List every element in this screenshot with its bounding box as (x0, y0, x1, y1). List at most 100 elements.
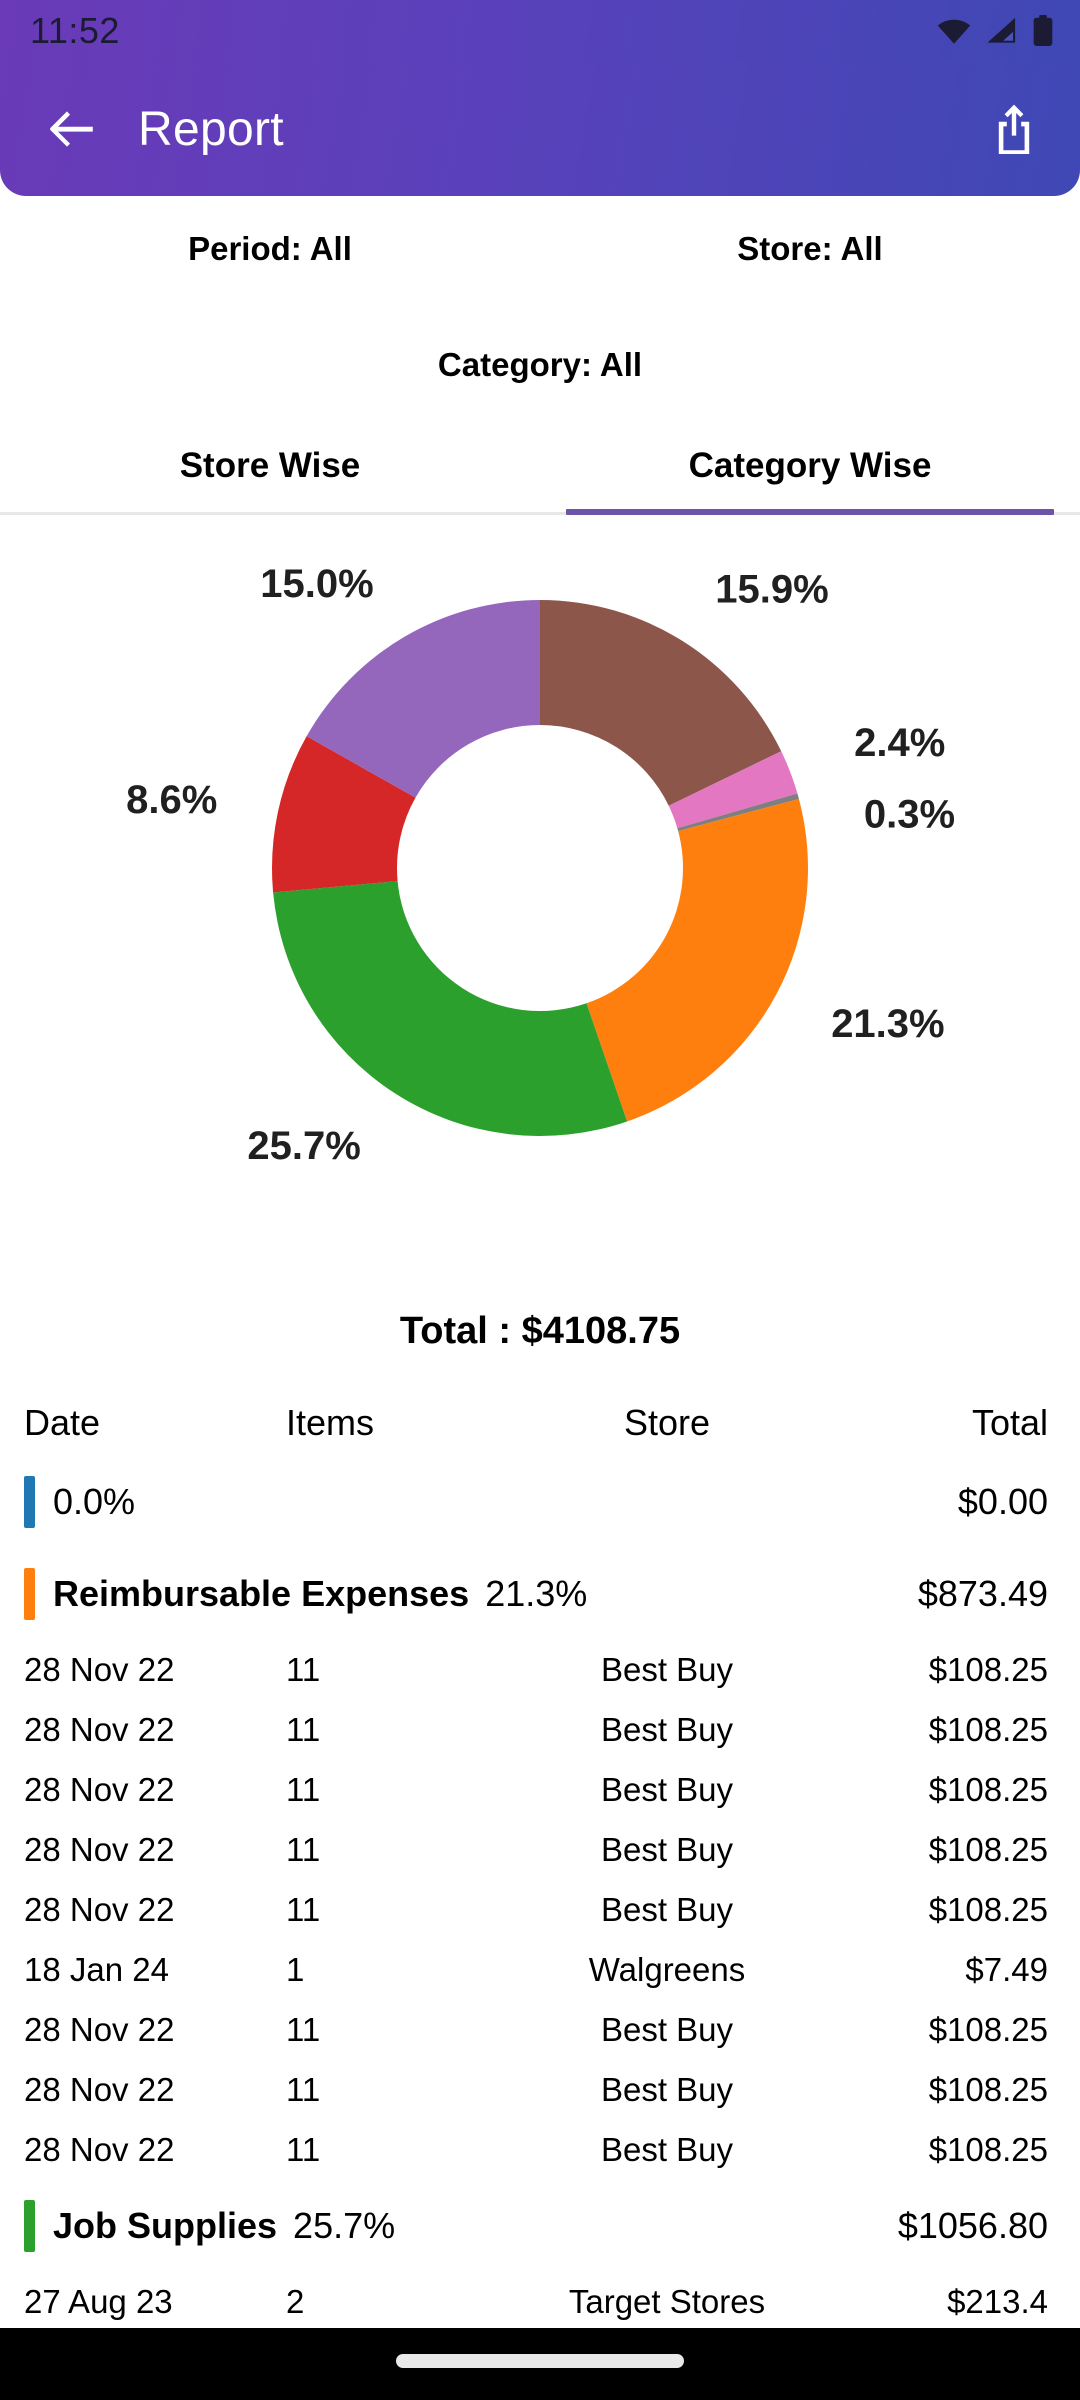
table-row[interactable]: 28 Nov 22 11 Best Buy $108.25 (0, 1760, 1080, 1820)
back-button[interactable] (40, 97, 104, 161)
home-indicator[interactable] (396, 2354, 684, 2368)
category-group-percent: 0.0% (53, 1481, 136, 1522)
arrow-left-icon (50, 111, 93, 147)
receipt-items: 11 (286, 1651, 321, 1688)
receipt-items: 11 (286, 1891, 321, 1928)
receipt-total: $108.25 (928, 1711, 1048, 1748)
table-header-row: Date Items Store Total (0, 1388, 1080, 1456)
receipt-store: Target Stores (568, 2283, 766, 2320)
receipt-date: 28 Nov 22 (24, 1651, 175, 1688)
donut-slice[interactable] (586, 798, 808, 1122)
system-navigation-bar (0, 2328, 1080, 2400)
donut-slice[interactable] (273, 881, 628, 1136)
donut-slice-percent-label: 2.4% (854, 721, 945, 765)
column-header-store: Store (623, 1402, 711, 1443)
table-row[interactable]: 28 Nov 22 11 Best Buy $108.25 (0, 1640, 1080, 1700)
table-row[interactable]: 28 Nov 22 11 Best Buy $108.25 (0, 1880, 1080, 1940)
receipt-date: 28 Nov 22 (24, 2131, 175, 2168)
category-donut-chart: 15.9% 2.4% 0.3% 21.3% 25.7% 8.6% 15.0% (0, 556, 1080, 1236)
category-group-percent: 25.7% (293, 2205, 396, 2246)
receipt-items: 11 (286, 2131, 321, 2168)
receipt-items: 11 (286, 2011, 321, 2048)
receipt-total: $108.25 (928, 1891, 1048, 1928)
receipt-store: Walgreens (588, 1951, 746, 1988)
category-color-swatch (24, 1476, 35, 1528)
status-bar: 11:52 (0, 0, 1080, 62)
filter-store[interactable]: Store: All (540, 230, 1080, 268)
share-icon (998, 104, 1030, 154)
receipt-items: 1 (286, 1951, 305, 1988)
table-body: 0.0% $0.00 Reimbursable Expenses 21.3% $873.… (0, 1456, 1080, 2332)
wifi-icon (937, 19, 971, 44)
app-bar: Report (0, 62, 1080, 196)
status-bar-icons (936, 15, 1054, 47)
column-header-items: Items (286, 1402, 375, 1443)
table-row[interactable]: 18 Jan 24 1 Walgreens $7.49 (0, 1940, 1080, 2000)
receipt-date: 28 Nov 22 (24, 1771, 175, 1808)
category-group-total: $0.00 (957, 1481, 1048, 1522)
donut-slice-percent-label: 25.7% (247, 1124, 360, 1168)
table-row[interactable]: 28 Nov 22 11 Best Buy $108.25 (0, 1820, 1080, 1880)
receipt-items: 11 (286, 2071, 321, 2108)
category-group-total: $873.49 (917, 1573, 1048, 1614)
battery-icon (1033, 15, 1053, 46)
receipt-store: Best Buy (600, 1771, 734, 1808)
receipt-items: 11 (286, 1771, 321, 1808)
receipt-store: Best Buy (600, 1891, 734, 1928)
receipt-total: $7.49 (965, 1951, 1048, 1988)
receipt-store: Best Buy (600, 2071, 734, 2108)
category-group-row[interactable]: Reimbursable Expenses 21.3% $873.49 (0, 1548, 1080, 1640)
category-color-swatch (24, 1568, 35, 1620)
donut-slice-percent-label: 15.0% (260, 562, 373, 606)
donut-slice-percent-label: 0.3% (864, 793, 955, 837)
table-row[interactable]: 28 Nov 22 11 Best Buy $108.25 (0, 2000, 1080, 2060)
category-group-row[interactable]: 0.0% $0.00 (0, 1456, 1080, 1548)
receipt-store: Best Buy (600, 2131, 734, 2168)
donut-slice-percent-label: 21.3% (831, 1002, 944, 1046)
receipt-items: 2 (286, 2283, 305, 2320)
receipt-total: $108.25 (928, 2071, 1048, 2108)
filter-category[interactable]: Category: All (0, 346, 1080, 384)
share-button[interactable] (982, 97, 1046, 161)
status-bar-clock: 11:52 (30, 10, 120, 51)
receipt-items: 11 (286, 1711, 321, 1748)
receipt-total: $213.4 (947, 2283, 1048, 2320)
grand-total: Total : $4108.75 (399, 1310, 681, 1352)
receipt-date: 28 Nov 22 (24, 2071, 175, 2108)
receipt-items: 11 (286, 1831, 321, 1868)
table-row[interactable]: 27 Aug 23 2 Target Stores $213.4 (0, 2272, 1080, 2332)
filter-row-bottom: Category: All (0, 268, 1080, 384)
donut-chart-svg: 15.9% 2.4% 0.3% 21.3% 25.7% 8.6% 15.0% (122, 558, 959, 1172)
column-header-date: Date (24, 1402, 101, 1443)
receipt-store: Best Buy (600, 1711, 734, 1748)
tab-store-wise[interactable]: Store Wise (0, 424, 540, 512)
receipt-total: $108.25 (928, 2131, 1048, 2168)
category-color-swatch (24, 2200, 35, 2252)
receipt-total: $108.25 (928, 1771, 1048, 1808)
receipt-store: Best Buy (600, 1651, 734, 1688)
receipt-total: $108.25 (928, 1831, 1048, 1868)
table-row[interactable]: 28 Nov 22 11 Best Buy $108.25 (0, 2120, 1080, 2180)
receipt-date: 28 Nov 22 (24, 1891, 175, 1928)
table-row[interactable]: 28 Nov 22 11 Best Buy $108.25 (0, 2060, 1080, 2120)
donut-slice-percent-label: 15.9% (715, 567, 828, 611)
receipt-total: $108.25 (928, 1651, 1048, 1688)
category-group-name: Job Supplies (53, 2205, 278, 2246)
receipt-store: Best Buy (600, 1831, 734, 1868)
column-header-total: Total (971, 1402, 1048, 1443)
category-group-name: Reimbursable Expenses (53, 1573, 470, 1614)
report-tabs: Store Wise Category Wise (0, 424, 1080, 515)
cell-signal-icon (987, 17, 1016, 43)
filter-summary: Period: All Store: All Category: All (0, 196, 1080, 384)
page-title: Report (138, 102, 284, 156)
table-row[interactable]: 28 Nov 22 11 Best Buy $108.25 (0, 1700, 1080, 1760)
receipt-date: 28 Nov 22 (24, 1831, 175, 1868)
category-group-total: $1056.80 (897, 2205, 1048, 2246)
donut-slice-percent-label: 8.6% (126, 778, 217, 822)
receipt-date: 27 Aug 23 (24, 2283, 173, 2320)
category-group-row[interactable]: Job Supplies 25.7% $1056.80 (0, 2180, 1080, 2272)
filter-period[interactable]: Period: All (0, 230, 540, 268)
receipt-date: 28 Nov 22 (24, 2011, 175, 2048)
tab-category-wise[interactable]: Category Wise (540, 424, 1080, 515)
receipt-date: 18 Jan 24 (24, 1951, 169, 1988)
